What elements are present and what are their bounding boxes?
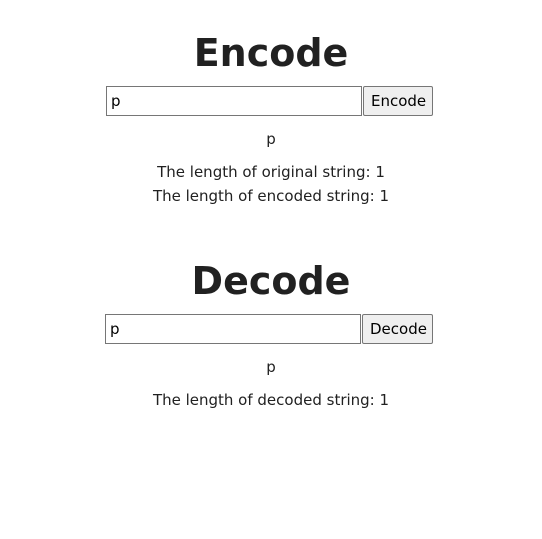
decode-output: p: [266, 358, 276, 376]
encoded-length-text: The length of encoded string: 1: [152, 187, 390, 205]
original-length-text: The length of original string: 1: [157, 163, 385, 181]
decode-button[interactable]: Decode: [362, 314, 433, 344]
decode-section: Decode: [0, 259, 542, 303]
encode-output: p: [266, 130, 276, 148]
decoded-length-text: The length of decoded string: 1: [152, 391, 390, 409]
encode-button[interactable]: Encode: [363, 86, 433, 116]
encode-title: Encode: [193, 31, 349, 75]
encode-form: Encode: [106, 86, 433, 116]
encode-section: Encode: [0, 31, 542, 75]
decode-title: Decode: [191, 259, 351, 303]
encode-input[interactable]: [106, 86, 362, 116]
decode-input[interactable]: [105, 314, 361, 344]
decode-form: Decode: [105, 314, 433, 344]
